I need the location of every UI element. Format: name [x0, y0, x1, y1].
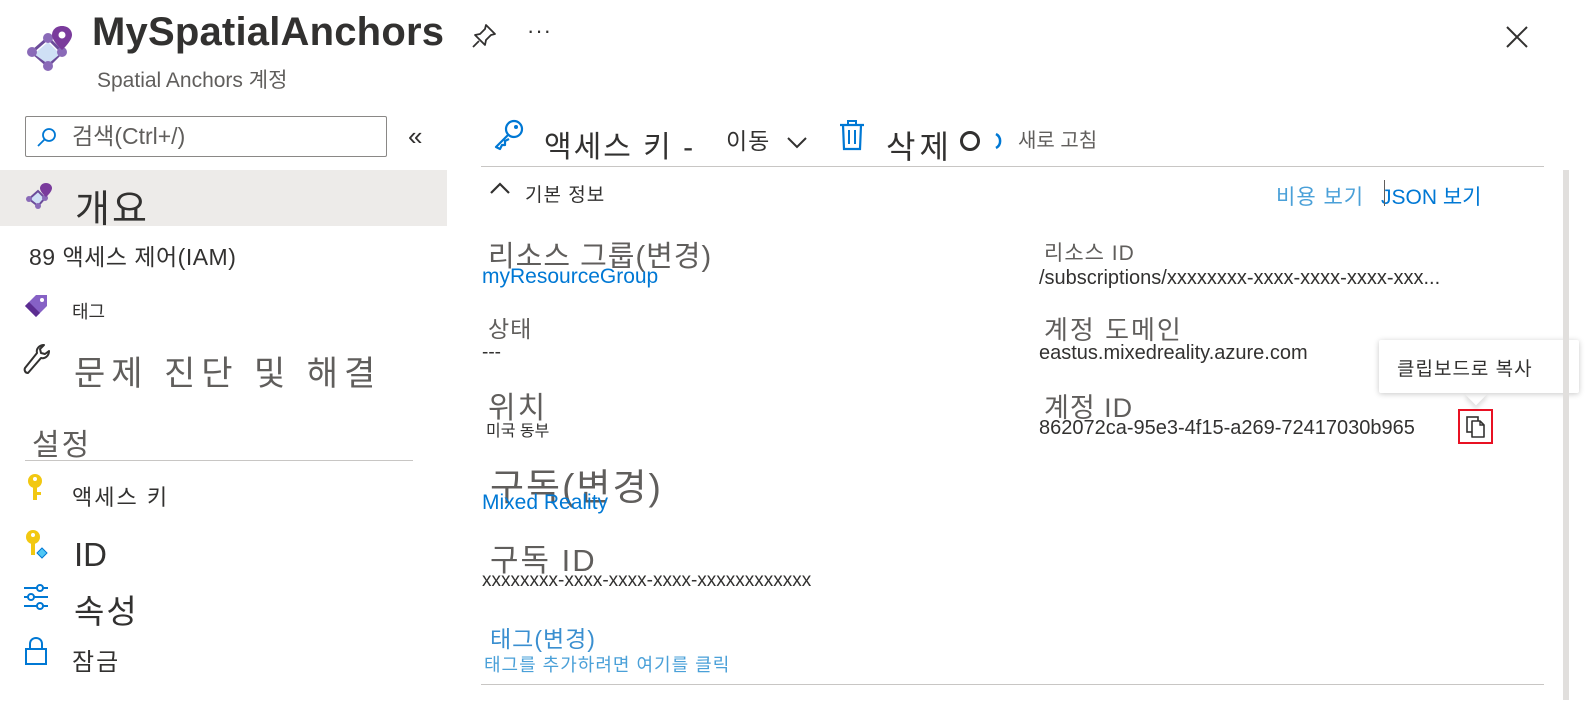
- tooltip-text: 클립보드로 복사: [1397, 359, 1533, 380]
- sidebar-item-locks[interactable]: 잠금: [22, 636, 422, 676]
- essentials-toggle[interactable]: 기본 정보: [489, 180, 604, 206]
- command-bar: 액세스 키 - 이동 삭제 새로 고침: [484, 110, 1544, 166]
- access-keys-label: 액세스 키 -: [544, 131, 696, 164]
- status-value: ---: [482, 342, 501, 363]
- key-icon: [494, 119, 524, 151]
- lock-icon: [25, 636, 47, 665]
- collapse-sidebar-button[interactable]: «: [408, 121, 422, 152]
- page-title: MySpatialAnchors: [92, 10, 445, 54]
- section-divider: [25, 460, 413, 461]
- resource-id-value: /subscriptions/xxxxxxxx-xxxx-xxxx-xxxx-x…: [1039, 267, 1441, 289]
- key-icon: [28, 474, 42, 500]
- account-id-value: 862072ca-95e3-4f15-a269-72417030b965: [1039, 417, 1415, 439]
- location-value: 미국 동부: [486, 423, 550, 440]
- spatial-anchors-logo-icon: [22, 22, 78, 78]
- copy-tooltip: 클립보드로 복사: [1379, 340, 1579, 393]
- refresh-button[interactable]: 새로 고침: [960, 124, 1120, 154]
- spatial-anchors-icon: [26, 183, 52, 209]
- toolbar-divider: [481, 166, 1544, 167]
- sidebar-item-label: 속성: [74, 593, 139, 630]
- close-icon[interactable]: [1502, 22, 1532, 52]
- move-label: 이동: [726, 128, 771, 154]
- add-tags-link[interactable]: 태그를 추가하려면 여기를 클릭: [484, 651, 730, 677]
- sidebar-item-overview[interactable]: 개요: [0, 170, 447, 231]
- refresh-icon: [960, 131, 1002, 151]
- sidebar-item-iam[interactable]: 89 액세스 제어(IAM): [29, 238, 236, 272]
- essentials-divider: [481, 684, 1544, 685]
- wrench-icon: [23, 344, 50, 374]
- search-input[interactable]: [72, 121, 372, 152]
- search-icon: [37, 128, 56, 147]
- sidebar-item-access-keys[interactable]: 액세스 키: [22, 472, 422, 512]
- resource-id-label: 리소스 ID: [1044, 242, 1135, 265]
- sidebar-item-label: 액세스 키: [72, 485, 170, 510]
- page-subtitle: Spatial Anchors 계정: [97, 69, 288, 92]
- link-separator: [1384, 180, 1385, 206]
- sidebar-item-diagnose[interactable]: 문제 진단 및 해결: [22, 342, 442, 393]
- subscription-id-value: xxxxxxxx-xxxx-xxxx-xxxx-xxxxxxxxxxxx: [482, 570, 812, 591]
- essentials-label: 기본 정보: [525, 185, 606, 206]
- sidebar-item-label: 태그: [72, 302, 106, 322]
- subscription-link[interactable]: Mixed Reality: [482, 491, 608, 515]
- more-options-button[interactable]: ···: [527, 18, 552, 44]
- pin-icon[interactable]: [470, 22, 498, 50]
- access-keys-button[interactable]: 액세스 키 -: [492, 118, 693, 164]
- sidebar-item-label: 잠금: [72, 649, 121, 676]
- sidebar-item-label: 문제 진단 및 해결: [74, 355, 382, 393]
- resource-group-link[interactable]: myResourceGroup: [482, 265, 658, 289]
- chevron-down-icon: [787, 137, 807, 149]
- tag-icon: [25, 295, 47, 317]
- refresh-label: 새로 고침: [1018, 130, 1098, 152]
- view-cost-link[interactable]: 비용 보기: [1276, 181, 1364, 211]
- sidebar-item-label: 개요: [75, 189, 149, 231]
- search-box[interactable]: [25, 116, 387, 157]
- sidebar-item-identity[interactable]: ID: [22, 528, 422, 574]
- chevron-up-icon: [490, 182, 510, 194]
- copy-icon: [1466, 416, 1485, 438]
- tags-label[interactable]: 태그(변경): [490, 620, 596, 654]
- trash-icon: [840, 120, 864, 151]
- sidebar-item-label: ID: [74, 536, 107, 573]
- settings-section-header: 설정: [32, 429, 92, 462]
- move-button[interactable]: 이동: [726, 122, 808, 156]
- copy-to-clipboard-button[interactable]: [1458, 409, 1493, 444]
- json-view-link[interactable]: JSON 보기: [1381, 181, 1481, 211]
- sidebar-item-tags[interactable]: 태그: [22, 292, 322, 326]
- scrollbar[interactable]: [1563, 170, 1569, 700]
- status-label: 상태: [488, 316, 533, 342]
- sidebar-item-properties[interactable]: 속성: [22, 583, 422, 630]
- identity-key-icon: [26, 530, 48, 559]
- delete-label: 삭제: [886, 129, 953, 165]
- sliders-icon: [24, 584, 48, 610]
- account-domain-value: eastus.mixedreality.azure.com: [1039, 342, 1308, 364]
